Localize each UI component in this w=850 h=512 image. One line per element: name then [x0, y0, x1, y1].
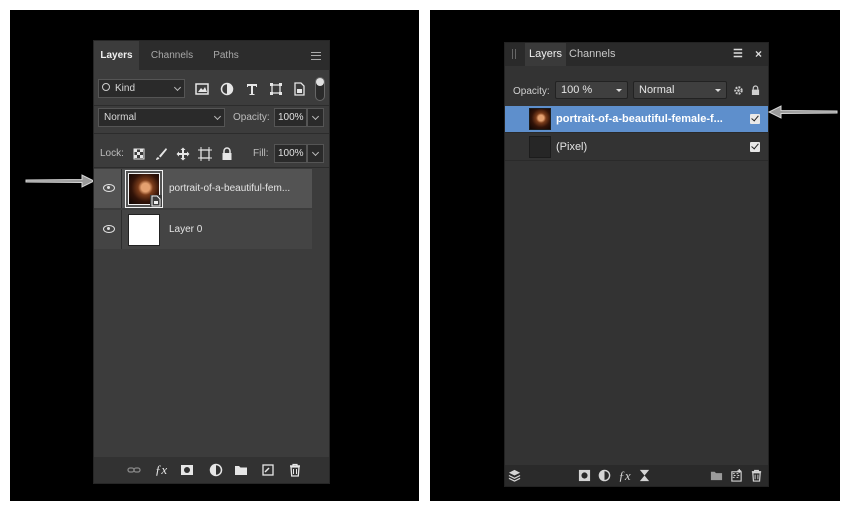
layer-name: portrait-of-a-beautiful-female-f...	[556, 113, 723, 125]
trash-icon[interactable]	[288, 463, 302, 477]
fill-dropdown-button[interactable]	[307, 144, 324, 163]
opacity-select[interactable]: 100 %	[555, 81, 628, 99]
blend-mode-select[interactable]: Normal	[98, 108, 225, 127]
layer-visibility-checkbox[interactable]	[750, 142, 760, 152]
eye-icon	[103, 225, 115, 233]
filter-kind-select[interactable]: Kind	[98, 79, 185, 98]
photoshop-layers-panel: Layers Channels Paths Kind Normal Opacit…	[93, 40, 330, 484]
link-icon[interactable]	[127, 463, 141, 477]
layer-visibility-checkbox[interactable]	[750, 114, 760, 124]
lock-artboard-icon[interactable]	[198, 147, 212, 161]
lock-transparent-pixels-icon[interactable]	[132, 147, 146, 161]
tab-channels[interactable]: Channels	[141, 41, 203, 70]
fill-label: Fill:	[253, 148, 269, 159]
layer-thumbnail-dark	[529, 136, 551, 158]
chevron-down-icon	[311, 148, 320, 157]
pointer-arrow-right-icon	[767, 105, 838, 119]
mask-icon[interactable]	[578, 469, 591, 482]
gear-icon[interactable]	[733, 85, 744, 96]
chevron-down-icon	[173, 83, 182, 92]
filter-toggle-knob	[316, 78, 324, 86]
opacity-value: 100 %	[561, 84, 593, 96]
divider	[94, 167, 329, 168]
opacity-dropdown-button[interactable]	[307, 108, 324, 127]
layer-name: portrait-of-a-beautiful-fem...	[169, 183, 291, 194]
layer-row-portrait[interactable]: portrait-of-a-beautiful-fem...	[94, 169, 312, 208]
new-layer-icon[interactable]	[261, 463, 275, 477]
hourglass-icon[interactable]	[638, 469, 651, 482]
filter-adjustment-icon[interactable]	[220, 82, 234, 96]
lock-position-icon[interactable]	[176, 147, 190, 161]
panel-menu-icon[interactable]: ☰	[733, 43, 743, 66]
smart-object-badge-icon	[150, 195, 162, 207]
search-icon	[102, 83, 110, 91]
chevron-down-icon	[311, 112, 320, 121]
filter-toggle-switch[interactable]	[315, 77, 325, 101]
fx-icon[interactable]: ƒx	[154, 463, 168, 477]
panel-menu-icon[interactable]	[311, 52, 321, 60]
caret-down-icon	[616, 89, 622, 92]
lock-all-icon[interactable]	[220, 147, 234, 161]
blend-mode-label: Normal	[639, 84, 675, 96]
panel-footer: ƒx	[505, 465, 768, 486]
filter-type-icon[interactable]	[245, 82, 259, 96]
affinity-screenshot: Layers Channels ☰ × Opacity: 100 % Norma…	[430, 10, 840, 501]
filter-smart-object-icon[interactable]	[292, 82, 306, 96]
chevron-down-icon	[213, 112, 222, 121]
tab-paths[interactable]: Paths	[204, 41, 248, 70]
panel-tab-bar: Layers Channels ☰ ×	[505, 43, 768, 66]
adjustment-icon[interactable]	[598, 469, 611, 482]
layer-row-layer-0[interactable]: Layer 0	[94, 210, 312, 249]
layer-visibility-toggle[interactable]	[94, 210, 122, 249]
mask-icon[interactable]	[180, 463, 194, 477]
pointer-arrow-left-icon	[25, 174, 96, 188]
trash-icon[interactable]	[750, 469, 763, 482]
affinity-layers-panel: Layers Channels ☰ × Opacity: 100 % Norma…	[504, 42, 769, 487]
divider	[94, 133, 329, 134]
layer-thumbnail-portrait	[529, 108, 551, 130]
blend-mode-select[interactable]: Normal	[633, 81, 727, 99]
divider	[94, 105, 329, 106]
new-layer-icon[interactable]	[730, 469, 743, 482]
layer-name: (Pixel)	[556, 141, 588, 153]
caret-down-icon	[715, 89, 721, 92]
opacity-input[interactable]: 100%	[274, 108, 307, 127]
layer-visibility-toggle[interactable]	[94, 169, 122, 208]
tab-layers[interactable]: Layers	[525, 43, 567, 66]
lock-label: Lock:	[100, 148, 124, 159]
layer-row-pixel[interactable]: (Pixel)	[505, 134, 768, 161]
tab-layers[interactable]: Layers	[94, 41, 139, 70]
panel-tab-bar: Layers Channels Paths	[94, 41, 329, 70]
filter-pixel-icon[interactable]	[195, 82, 209, 96]
tab-channels[interactable]: Channels	[565, 43, 619, 66]
filter-kind-label: Kind	[115, 83, 136, 94]
eye-icon	[103, 184, 115, 192]
opacity-label: Opacity:	[233, 112, 270, 123]
panel-footer: ƒx	[94, 457, 329, 483]
layer-name: Layer 0	[169, 224, 203, 235]
close-icon[interactable]: ×	[755, 43, 762, 66]
blend-mode-label: Normal	[104, 112, 137, 123]
filter-shape-icon[interactable]	[269, 82, 283, 96]
adjustment-icon[interactable]	[209, 463, 223, 477]
panel-grip-icon[interactable]	[512, 49, 516, 59]
fill-input[interactable]: 100%	[274, 144, 307, 163]
folder-icon[interactable]	[234, 463, 248, 477]
photoshop-screenshot: Layers Channels Paths Kind Normal Opacit…	[10, 10, 419, 501]
layers-icon[interactable]	[508, 469, 521, 482]
lock-icon[interactable]	[751, 85, 760, 96]
opacity-label: Opacity:	[513, 86, 550, 97]
layer-row-portrait[interactable]: portrait-of-a-beautiful-female-f...	[505, 106, 768, 133]
layer-thumbnail-white	[128, 214, 160, 246]
folder-icon[interactable]	[710, 469, 723, 482]
fx-icon[interactable]: ƒx	[618, 469, 631, 482]
layer-thumbnail-portrait	[125, 170, 163, 208]
lock-image-pixels-icon[interactable]	[154, 147, 168, 161]
